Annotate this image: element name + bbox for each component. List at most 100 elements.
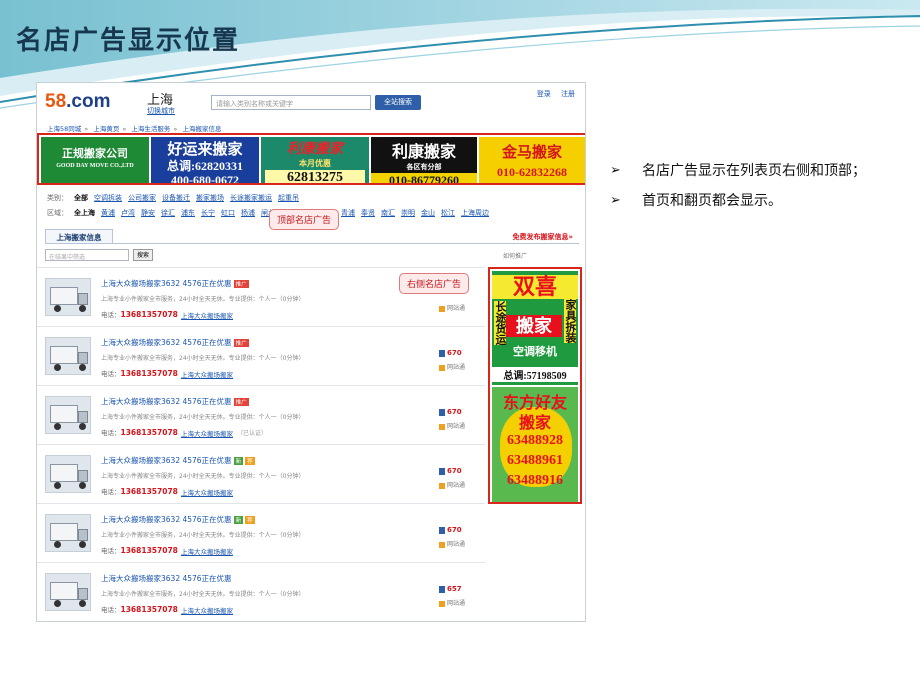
top-ad[interactable]: 正规搬家公司 GOOD DAY MOVE CO.,LTD [41,137,149,183]
top-ad-line: 利康搬家 [287,142,343,157]
truck-cab-shape [78,352,88,364]
top-ad-line: 010-62832268 [497,165,567,179]
filter-option[interactable]: 起重吊 [278,194,299,202]
filter-option[interactable]: 松江 [441,209,455,217]
top-ad-line: 各区有分部 [406,163,442,171]
result-search-button[interactable]: 搜索 [133,249,153,261]
filter-selected[interactable]: 全上海 [74,209,95,217]
filter-option[interactable]: 徐汇 [161,209,175,217]
filter-option[interactable]: 虹口 [221,209,235,217]
listing-title[interactable]: 上海大众搬场搬家3632 4576正在优惠 推广 [101,337,249,348]
listing-row[interactable]: 上海大众搬场搬家3632 4576正在优惠 推广 上海专业小件搬家全市服务，24小时… [37,326,485,384]
filter-option[interactable]: 卢湾 [121,209,135,217]
top-ad[interactable]: 利康搬家 本月优惠 62813275 [261,137,369,183]
listing-description: 上海专业小件搬家全市服务，24小时全天无休。专业提供：个人一（0分钟） [101,414,305,421]
listing-title[interactable]: 上海大众搬场搬家3632 4576正在优惠 推广 [101,396,249,407]
price-icon [439,467,445,475]
listing-company-link[interactable]: 上海大众搬场搬家 [181,310,233,320]
filter-option[interactable]: 静安 [141,209,155,217]
site-search-input[interactable]: 请输入类别名称或关键字 [211,95,371,110]
tab-moving-info[interactable]: 上海搬家信息 [45,229,113,244]
truck-thumbnail[interactable] [45,455,91,493]
truck-cab-shape [78,470,88,482]
result-filter-input[interactable]: 在结果中筛选 [45,249,129,261]
truck-thumbnail[interactable] [45,337,91,375]
top-ad[interactable]: 金马搬家 010-62832268 [479,137,585,183]
listing-verify[interactable]: 网站通 [439,303,465,312]
right-ad[interactable]: 双喜 长途货运 家具拆装 搬家 空调移机 总调:57198509 [492,271,578,385]
filter-option[interactable]: 崇明 [401,209,415,217]
top-featured-ads: 正规搬家公司 GOOD DAY MOVE CO.,LTD 好运来搬家 总调:62… [37,133,585,185]
top-ad[interactable]: 利康搬家 各区有分部 010-86779260 [371,137,477,183]
truck-cab-shape [78,588,88,600]
filter-option[interactable]: 青浦 [341,209,355,217]
listing-title[interactable]: 上海大众搬场搬家3632 4576正在优惠新荐 [101,514,255,525]
login-link[interactable]: 登录 [537,90,551,98]
free-post-link[interactable]: 免费发布搬家信息» [512,232,573,242]
filter-option[interactable]: 金山 [421,209,435,217]
listing-verify[interactable]: 网站通 [439,598,465,607]
right-ad-vertical: 长途货运 [494,301,506,345]
truck-wheel-shape [79,541,86,548]
site-search-button[interactable]: 全站搜索 [375,95,421,110]
listing-title[interactable]: 上海大众搬场搬家3632 4576正在优惠 推广 [101,278,249,289]
filter-option[interactable]: 奉贤 [361,209,375,217]
listing-verify[interactable]: 网站通 [439,362,465,371]
filter-option[interactable]: 南汇 [381,209,395,217]
right-ad[interactable]: 东方好友 搬家 63488928 63488961 63488916 [492,387,578,502]
listing-company-link[interactable]: 上海大众搬场搬家 [181,605,233,615]
filter-option[interactable]: 空调拆装 [94,194,122,202]
listing-badge: 荐 [245,457,255,465]
filter-option[interactable]: 设备搬迁 [162,194,190,202]
truck-wheel-shape [54,600,61,607]
listing-company-link[interactable]: 上海大众搬场搬家 [181,428,233,438]
breadcrumb-item[interactable]: 上海搬家信息 [182,125,221,133]
listing-row[interactable]: 上海大众搬场搬家3632 4576正在优惠新荐上海专业小件搬家全市服务，24小时… [37,444,485,502]
promote-link[interactable]: 如何推广 [503,251,527,260]
truck-thumbnail[interactable] [45,278,91,316]
listing-verify[interactable]: 网站通 [439,539,465,548]
listing-company-link[interactable]: 上海大众搬场搬家 [181,487,233,497]
listing-verify[interactable]: 网站通 [439,480,465,489]
truck-thumbnail[interactable] [45,573,91,611]
listing-page-screenshot: 58.com 上海 切换城市 请输入类别名称或关键字 全站搜索 登录 注册 上海… [36,82,586,622]
filter-option[interactable]: 黄浦 [101,209,115,217]
city-switch-link[interactable]: 切换城市 [147,106,175,116]
verify-icon [439,423,445,430]
filter-option[interactable]: 长途搬家搬运 [230,194,272,202]
truck-thumbnail[interactable] [45,396,91,434]
listing-phone-row: 电话：13681357078 [101,309,178,319]
filter-option[interactable]: 搬家搬场 [196,194,224,202]
top-ad-line: 总调:62820331 [167,159,243,173]
listing-title[interactable]: 上海大众搬场搬家3632 4576正在优惠 [101,573,232,584]
breadcrumb-item[interactable]: 上海58同城 [47,125,81,133]
listing-row[interactable]: 上海大众搬场搬家3632 4576正在优惠新荐上海专业小件搬家全市服务，24小时… [37,503,485,561]
register-link[interactable]: 注册 [561,90,575,98]
filter-option[interactable]: 长宁 [201,209,215,217]
site-logo[interactable]: 58.com [45,91,111,113]
filter-option[interactable]: 上海周边 [461,209,489,217]
price-value: 670 [447,349,462,357]
phone-label: 电话： [101,547,121,555]
filter-option[interactable]: 公司搬家 [128,194,156,202]
filter-option[interactable]: 杨浦 [241,209,255,217]
truck-wheel-shape [79,600,86,607]
verify-icon [439,305,445,312]
listing-title[interactable]: 上海大众搬场搬家3632 4576正在优惠新荐 [101,455,255,466]
breadcrumb-item[interactable]: 上海黄页 [93,125,119,133]
listing-badge: 新 [233,457,244,465]
listing-company-link[interactable]: 上海大众搬场搬家 [181,546,233,556]
right-ad-name: 搬家 [506,315,562,337]
breadcrumb-item[interactable]: 上海生活服务 [131,125,170,133]
listing-price: 670 [439,349,462,357]
filter-selected[interactable]: 全部 [74,194,88,202]
top-ad[interactable]: 好运来搬家 总调:62820331 400-680-0672 [151,137,259,183]
truck-thumbnail[interactable] [45,514,91,552]
listing-row[interactable]: 上海大众搬场搬家3632 4576正在优惠 推广上海专业小件搬家全市服务，24小时… [37,385,485,443]
listing-company-link[interactable]: 上海大众搬场搬家 [181,369,233,379]
filter-option[interactable]: 浦东 [181,209,195,217]
listing-row[interactable]: 上海大众搬场搬家3632 4576正在优惠 上海专业小件搬家全市服务，24小时全天… [37,562,485,620]
listing-verify[interactable]: 网站通 [439,421,465,430]
truck-body-shape [50,287,78,305]
right-ad-service: 空调移机 [513,346,557,358]
